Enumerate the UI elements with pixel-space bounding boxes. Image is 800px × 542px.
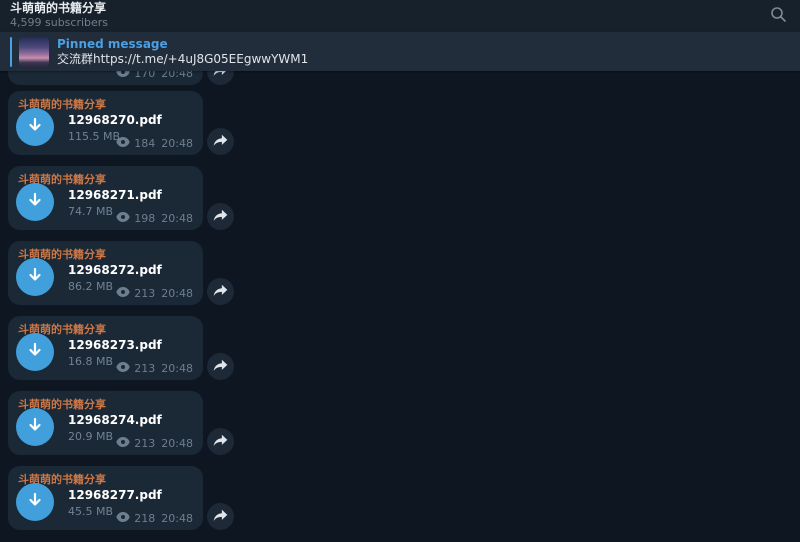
message-bubble[interactable]: 斗萌萌的书籍分享 12968274.pdf 20.9 MB bbox=[8, 391, 203, 455]
forward-arrow-icon bbox=[213, 207, 228, 226]
view-count: 213 bbox=[134, 362, 155, 375]
file-size: 45.5 MB bbox=[68, 505, 113, 518]
message-row-partial: 170 20:48 bbox=[8, 71, 248, 85]
chat-header[interactable]: 斗萌萌的书籍分享 4,599 subscribers bbox=[0, 0, 800, 32]
message-row: 斗萌萌的书籍分享 12968274.pdf 20.9 MB bbox=[8, 391, 248, 455]
view-count: 170 bbox=[134, 71, 155, 80]
chat-header-info[interactable]: 斗萌萌的书籍分享 4,599 subscribers bbox=[10, 2, 108, 29]
file-size: 20.9 MB bbox=[68, 430, 113, 443]
eye-icon bbox=[116, 212, 130, 225]
file-name[interactable]: 12968277.pdf bbox=[68, 488, 162, 502]
eye-icon bbox=[116, 287, 130, 300]
pinned-message-label: Pinned message bbox=[57, 37, 308, 51]
message-row: 斗萌萌的书籍分享 12968271.pdf 74.7 MB bbox=[8, 166, 248, 230]
view-count: 184 bbox=[134, 137, 155, 150]
download-button[interactable] bbox=[16, 183, 54, 221]
message-meta: 213 20:48 bbox=[116, 437, 193, 450]
message-time: 20:48 bbox=[161, 212, 193, 225]
file-size: 86.2 MB bbox=[68, 280, 113, 293]
view-count: 198 bbox=[134, 212, 155, 225]
download-arrow-icon bbox=[26, 341, 44, 363]
message-time: 20:48 bbox=[161, 512, 193, 525]
download-button[interactable] bbox=[16, 408, 54, 446]
message-meta: 218 20:48 bbox=[116, 512, 193, 525]
message-row: 斗萌萌的书籍分享 12968272.pdf 86.2 MB bbox=[8, 241, 248, 305]
download-arrow-icon bbox=[26, 266, 44, 288]
message-meta: 213 20:48 bbox=[116, 287, 193, 300]
file-size: 16.8 MB bbox=[68, 355, 113, 368]
forward-arrow-icon bbox=[213, 71, 228, 81]
file-name[interactable]: 12968274.pdf bbox=[68, 413, 162, 427]
pinned-message-thumbnail bbox=[19, 37, 49, 67]
forward-arrow-icon bbox=[213, 432, 228, 451]
message-bubble[interactable]: 斗萌萌的书籍分享 12968271.pdf 74.7 MB bbox=[8, 166, 203, 230]
forward-button[interactable] bbox=[207, 278, 234, 305]
message-time: 20:48 bbox=[161, 287, 193, 300]
message-time: 20:48 bbox=[161, 137, 193, 150]
forward-arrow-icon bbox=[213, 357, 228, 376]
message-bubble[interactable]: 斗萌萌的书籍分享 12968270.pdf 115.5 MB bbox=[8, 91, 203, 155]
message-row: 斗萌萌的书籍分享 12968270.pdf 115.5 MB bbox=[8, 91, 248, 155]
forward-arrow-icon bbox=[213, 132, 228, 151]
message-meta: 184 20:48 bbox=[116, 137, 193, 150]
file-name[interactable]: 12968271.pdf bbox=[68, 188, 162, 202]
pinned-message-bar[interactable]: Pinned message 交流群https://t.me/+4uJ8G05E… bbox=[0, 32, 800, 71]
download-button[interactable] bbox=[16, 483, 54, 521]
file-name[interactable]: 12968272.pdf bbox=[68, 263, 162, 277]
view-count: 213 bbox=[134, 437, 155, 450]
file-name[interactable]: 12968270.pdf bbox=[68, 113, 162, 127]
search-button[interactable] bbox=[766, 4, 790, 28]
download-button[interactable] bbox=[16, 333, 54, 371]
download-arrow-icon bbox=[26, 491, 44, 513]
download-arrow-icon bbox=[26, 416, 44, 438]
message-bubble[interactable]: 斗萌萌的书籍分享 12968277.pdf 45.5 MB bbox=[8, 466, 203, 530]
chat-subscriber-count: 4,599 subscribers bbox=[10, 17, 108, 30]
search-icon bbox=[770, 6, 787, 27]
download-button[interactable] bbox=[16, 258, 54, 296]
forward-button[interactable] bbox=[207, 503, 234, 530]
pinned-accent-line bbox=[10, 37, 12, 67]
forward-arrow-icon bbox=[213, 282, 228, 301]
download-arrow-icon bbox=[26, 116, 44, 138]
eye-icon bbox=[116, 137, 130, 150]
forward-button[interactable] bbox=[207, 71, 234, 85]
message-list[interactable]: 170 20:48 斗萌萌的书籍分享 bbox=[0, 71, 800, 542]
message-row: 斗萌萌的书籍分享 12968277.pdf 45.5 MB bbox=[8, 466, 248, 530]
eye-icon bbox=[116, 512, 130, 525]
forward-button[interactable] bbox=[207, 353, 234, 380]
telegram-channel-view: 斗萌萌的书籍分享 4,599 subscribers Pinned messag… bbox=[0, 0, 800, 542]
eye-icon bbox=[116, 437, 130, 450]
download-arrow-icon bbox=[26, 191, 44, 213]
chat-title: 斗萌萌的书籍分享 bbox=[10, 2, 108, 16]
message-meta: 213 20:48 bbox=[116, 362, 193, 375]
message-time: 20:48 bbox=[161, 362, 193, 375]
file-size: 74.7 MB bbox=[68, 205, 113, 218]
forward-button[interactable] bbox=[207, 428, 234, 455]
forward-button[interactable] bbox=[207, 128, 234, 155]
message-bubble[interactable]: 斗萌萌的书籍分享 12968273.pdf 16.8 MB bbox=[8, 316, 203, 380]
eye-icon bbox=[116, 71, 130, 80]
pinned-message-texts: Pinned message 交流群https://t.me/+4uJ8G05E… bbox=[57, 37, 308, 66]
view-count: 218 bbox=[134, 512, 155, 525]
message-time: 20:48 bbox=[161, 437, 193, 450]
view-count: 213 bbox=[134, 287, 155, 300]
eye-icon bbox=[116, 362, 130, 375]
message-bubble[interactable]: 斗萌萌的书籍分享 12968272.pdf 86.2 MB bbox=[8, 241, 203, 305]
file-name[interactable]: 12968273.pdf bbox=[68, 338, 162, 352]
message-meta: 198 20:48 bbox=[116, 212, 193, 225]
pinned-message-text: 交流群https://t.me/+4uJ8G05EEgwwYWM1 bbox=[57, 52, 308, 66]
message-meta: 170 20:48 bbox=[116, 71, 193, 80]
download-button[interactable] bbox=[16, 108, 54, 146]
message-row: 斗萌萌的书籍分享 12968273.pdf 16.8 MB bbox=[8, 316, 248, 380]
message-bubble[interactable]: 170 20:48 bbox=[8, 71, 203, 85]
message-time: 20:48 bbox=[161, 71, 193, 80]
file-size: 115.5 MB bbox=[68, 130, 120, 143]
forward-arrow-icon bbox=[213, 507, 228, 526]
forward-button[interactable] bbox=[207, 203, 234, 230]
